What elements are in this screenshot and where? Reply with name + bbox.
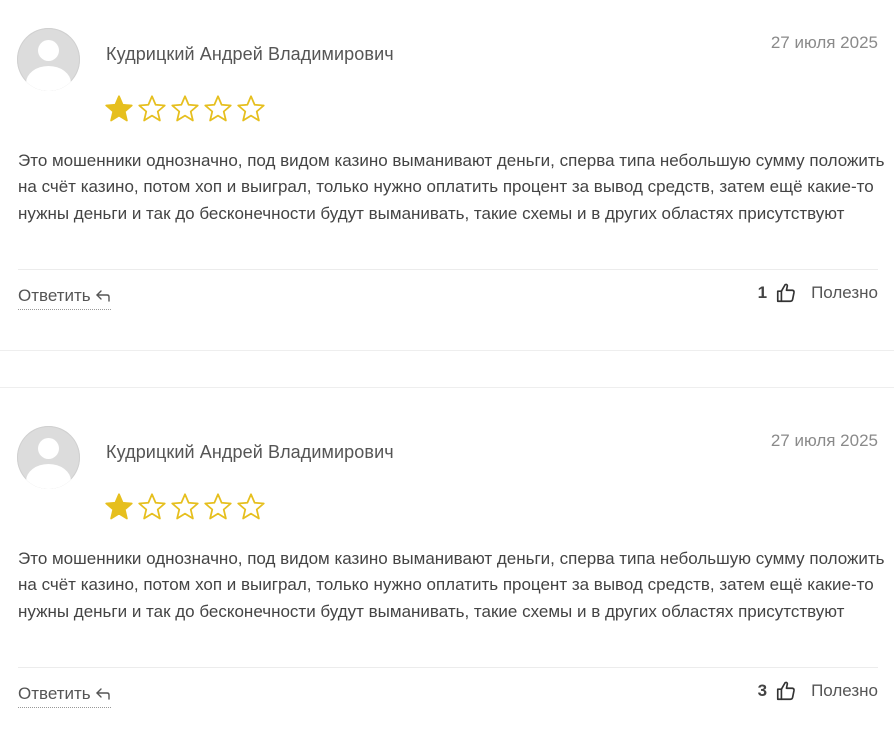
divider bbox=[18, 667, 878, 668]
star-filled-icon bbox=[105, 95, 133, 122]
reply-button[interactable]: Ответить bbox=[18, 286, 111, 310]
star-rating bbox=[104, 492, 266, 522]
avatar bbox=[17, 426, 80, 489]
review-separator bbox=[0, 387, 894, 388]
reply-arrow-icon bbox=[95, 290, 110, 302]
thumbs-up-icon[interactable] bbox=[775, 282, 797, 304]
star-empty-icon bbox=[237, 493, 265, 520]
avatar-head-shape bbox=[38, 40, 59, 61]
review-date: 27 июля 2025 bbox=[770, 431, 878, 450]
star-empty-icon bbox=[204, 95, 232, 122]
divider bbox=[18, 269, 878, 270]
review-date: 27 июля 2025 bbox=[770, 33, 878, 52]
star-empty-icon bbox=[138, 493, 166, 520]
avatar-head-shape bbox=[38, 438, 59, 459]
avatar bbox=[17, 28, 80, 91]
avatar-body-shape bbox=[26, 464, 71, 489]
star-empty-icon bbox=[138, 95, 166, 122]
star-empty-icon bbox=[204, 493, 232, 520]
star-empty-icon bbox=[171, 493, 199, 520]
reply-button[interactable]: Ответить bbox=[18, 684, 111, 708]
helpful-count: 3 bbox=[757, 681, 768, 700]
reply-label: Ответить bbox=[18, 684, 91, 703]
helpful-button[interactable]: Полезно bbox=[811, 283, 878, 303]
reply-arrow-icon bbox=[95, 688, 110, 700]
review-author: Кудрицкий Андрей Владимирович bbox=[106, 44, 394, 64]
thumbs-up-icon[interactable] bbox=[775, 680, 797, 702]
helpful-button[interactable]: Полезно bbox=[811, 681, 878, 701]
star-empty-icon bbox=[237, 95, 265, 122]
review-text: Это мошенники однозначно, под видом кази… bbox=[18, 151, 885, 223]
star-filled-icon bbox=[105, 493, 133, 520]
helpful-count: 1 bbox=[757, 283, 768, 302]
star-rating bbox=[104, 94, 266, 124]
helpful-control: 3 Полезно bbox=[758, 680, 878, 702]
helpful-control: 1 Полезно bbox=[758, 282, 878, 304]
review-text: Это мошенники однозначно, под видом кази… bbox=[18, 549, 885, 621]
review-separator bbox=[0, 350, 894, 351]
reply-label: Ответить bbox=[18, 286, 91, 305]
review-author: Кудрицкий Андрей Владимирович bbox=[106, 442, 394, 462]
avatar-body-shape bbox=[26, 66, 71, 91]
star-empty-icon bbox=[171, 95, 199, 122]
